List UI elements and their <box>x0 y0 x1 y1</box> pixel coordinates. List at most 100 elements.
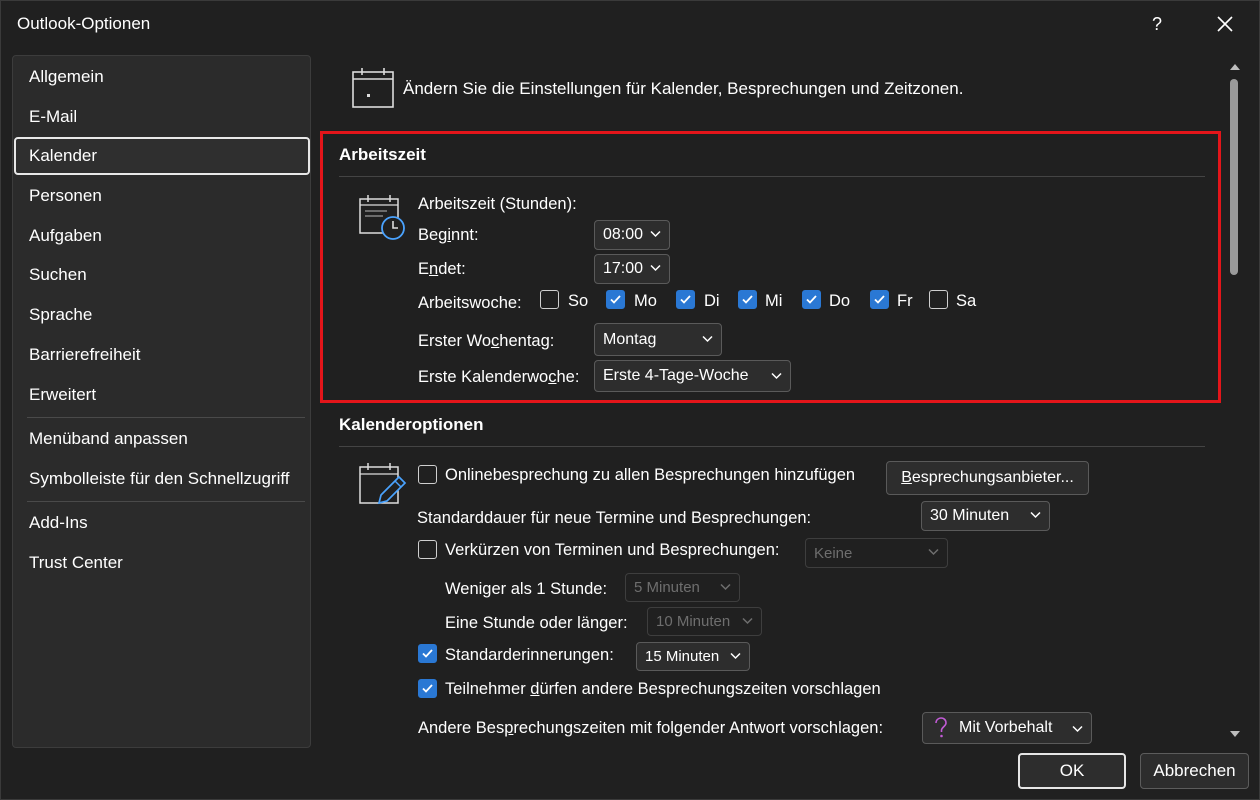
scroll-up-icon[interactable] <box>1230 63 1240 71</box>
first-weekday-dropdown[interactable]: Montag <box>594 323 722 356</box>
sidebar-item-label: Barrierefreiheit <box>29 345 141 364</box>
sidebar-divider <box>27 417 305 418</box>
sidebar-item-label: Symbolleiste für den Schnellzugriff <box>29 469 290 488</box>
day-checkbox-fr[interactable] <box>870 290 889 309</box>
sidebar-item-label: Sprache <box>29 305 93 324</box>
sidebar-item-suchen[interactable]: Suchen <box>14 256 310 294</box>
sidebar-item-label: Aufgaben <box>29 226 102 245</box>
sidebar-item-label: Suchen <box>29 265 87 284</box>
less-than-hour-dropdown[interactable]: 5 Minuten <box>625 573 740 602</box>
end-time-dropdown[interactable]: 17:00 <box>594 254 670 284</box>
sidebar-item-personen[interactable]: Personen <box>14 177 310 215</box>
day-checkbox-mi[interactable] <box>738 290 757 309</box>
meeting-provider-label: Besprechungsanbieter... <box>901 469 1074 486</box>
day-checkbox-di[interactable] <box>676 290 695 309</box>
cancel-label: Abbrechen <box>1153 761 1236 780</box>
sidebar-item-label: E-Mail <box>29 107 78 126</box>
day-checkbox-so[interactable] <box>540 290 559 309</box>
sidebar-item-email[interactable]: E-Mail <box>14 98 310 136</box>
sidebar-item-trust-center[interactable]: Trust Center <box>14 544 310 582</box>
sidebar-item-sprache[interactable]: Sprache <box>14 296 310 334</box>
day-label-mo: Mo <box>634 292 657 310</box>
options-content: Ändern Sie die Einstellungen für Kalende… <box>319 51 1221 751</box>
day-label-fr: Fr <box>897 292 913 310</box>
scroll-down-icon[interactable] <box>1230 730 1240 738</box>
day-label-so: So <box>568 292 589 310</box>
sidebar-item-label: Trust Center <box>29 553 123 572</box>
window-title: Outlook-Optionen <box>17 14 151 33</box>
chevron-down-icon <box>650 230 661 238</box>
dropdown-value: 30 Minuten <box>930 507 1010 524</box>
question-mark-icon <box>935 717 947 738</box>
close-icon <box>1217 16 1233 32</box>
ok-label: OK <box>1059 761 1085 780</box>
scrollbar-thumb[interactable] <box>1230 79 1238 275</box>
start-time-dropdown[interactable]: 08:00 <box>594 220 670 250</box>
page-header: Ändern Sie die Einstellungen für Kalende… <box>403 79 964 98</box>
sidebar-item-label: Personen <box>29 186 102 205</box>
close-button[interactable] <box>1203 7 1247 41</box>
default-duration-dropdown[interactable]: 30 Minuten <box>921 501 1050 531</box>
meeting-provider-button[interactable]: Besprechungsanbieter... <box>886 461 1089 495</box>
section-title-kalenderoptionen: Kalenderoptionen <box>339 415 484 434</box>
default-reminders-checkbox[interactable] <box>418 644 437 663</box>
help-button[interactable]: ? <box>1135 7 1179 41</box>
day-checkbox-do[interactable] <box>802 290 821 309</box>
checkmark-icon <box>680 295 691 304</box>
sidebar-item-allgemein[interactable]: Allgemein <box>14 58 310 96</box>
sidebar-item-menueband-anpassen[interactable]: Menüband anpassen <box>14 420 310 458</box>
dropdown-value: Erste 4-Tage-Woche <box>603 367 749 384</box>
sidebar-item-barrierefreiheit[interactable]: Barrierefreiheit <box>14 336 310 374</box>
chevron-down-icon <box>702 335 713 343</box>
first-weekday-label: Erster Wochentag: <box>418 332 555 350</box>
checkmark-icon <box>742 295 753 304</box>
day-label-do: Do <box>829 292 851 310</box>
section-divider <box>339 176 1205 177</box>
day-checkbox-mo[interactable] <box>606 290 625 309</box>
first-week-dropdown[interactable]: Erste 4-Tage-Woche <box>594 360 791 392</box>
checkmark-icon <box>874 295 885 304</box>
online-meeting-checkbox[interactable] <box>418 465 437 484</box>
default-reminders-dropdown[interactable]: 15 Minuten <box>636 642 750 671</box>
sidebar-item-label: Kalender <box>29 146 98 165</box>
hour-or-longer-dropdown[interactable]: 10 Minuten <box>647 607 762 636</box>
online-meeting-label: Onlinebesprechung zu allen Besprechungen… <box>445 466 856 484</box>
dropdown-value: Mit Vorbehalt <box>959 719 1053 736</box>
sidebar-item-schnellzugriff[interactable]: Symbolleiste für den Schnellzugriff <box>14 460 310 498</box>
chevron-down-icon <box>720 583 731 591</box>
checkmark-icon <box>422 649 433 658</box>
sidebar-item-add-ins[interactable]: Add-Ins <box>14 504 310 542</box>
shorten-meetings-checkbox[interactable] <box>418 540 437 559</box>
dropdown-value: 10 Minuten <box>656 613 731 630</box>
less-than-hour-label: Weniger als 1 Stunde: <box>445 580 608 598</box>
ok-button[interactable]: OK <box>1018 753 1126 789</box>
options-sidebar: Allgemein E-Mail Kalender Personen Aufga… <box>12 55 311 748</box>
chevron-down-icon <box>730 652 741 660</box>
chevron-down-icon <box>1072 725 1083 733</box>
options-dialog: Outlook-Optionen ? Allgemein E-Mail Kale… <box>0 0 1260 800</box>
default-reminders-label: Standarderinnerungen: <box>445 646 614 664</box>
end-time-label: Endet: <box>418 260 466 278</box>
dropdown-value: 08:00 <box>603 226 644 243</box>
dropdown-value: 5 Minuten <box>634 579 700 596</box>
chevron-down-icon <box>928 548 939 556</box>
sidebar-item-aufgaben[interactable]: Aufgaben <box>14 217 310 255</box>
section-title-arbeitszeit: Arbeitszeit <box>339 145 426 164</box>
sidebar-item-erweitert[interactable]: Erweitert <box>14 376 310 414</box>
day-label-sa: Sa <box>956 292 977 310</box>
propose-times-checkbox[interactable] <box>418 679 437 698</box>
sidebar-item-kalender[interactable]: Kalender <box>14 137 310 175</box>
chevron-down-icon <box>742 617 753 625</box>
sidebar-item-label: Allgemein <box>29 67 104 86</box>
dropdown-value: 17:00 <box>603 260 644 277</box>
dropdown-value: Keine <box>814 544 853 562</box>
shorten-meetings-dropdown[interactable]: Keine <box>805 538 948 568</box>
day-checkbox-sa[interactable] <box>929 290 948 309</box>
day-label-mi: Mi <box>765 292 783 310</box>
chevron-down-icon <box>650 264 661 272</box>
calendar-icon <box>352 68 394 108</box>
cancel-button[interactable]: Abbrechen <box>1140 753 1249 789</box>
dropdown-value: 15 Minuten <box>645 648 720 665</box>
propose-response-dropdown[interactable]: Mit Vorbehalt <box>922 712 1092 744</box>
checkmark-icon <box>806 295 817 304</box>
